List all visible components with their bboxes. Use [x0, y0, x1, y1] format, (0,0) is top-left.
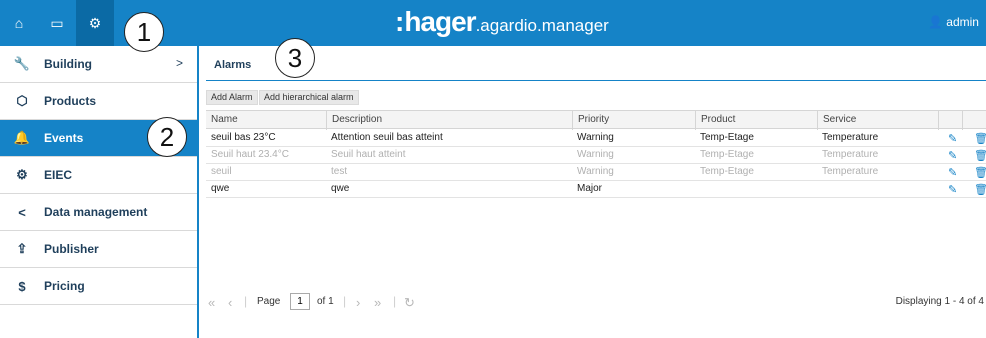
trash-icon[interactable]: 🗑: [974, 166, 986, 179]
cell-name: Seuil haut 23.4°C: [211, 149, 289, 160]
page-number-input[interactable]: [290, 293, 310, 310]
sidebar-item-label: Products: [44, 94, 97, 108]
sidebar-item-products[interactable]: ⬡ Products: [0, 83, 197, 120]
cell-service: Temperature: [822, 132, 879, 143]
pager-separator: |: [244, 294, 248, 308]
chevron-right-icon: >: [175, 56, 183, 70]
sidebar-item-label: Pricing: [44, 279, 85, 293]
gears-icon[interactable]: ⚙: [76, 0, 114, 46]
sidebar: 🔧 Building > ⬡ Products 🔔 Events ⚙ EIEC …: [0, 46, 199, 338]
page-label: Page: [257, 296, 281, 307]
cell-priority: Major: [577, 183, 603, 194]
sidebar-item-data-management[interactable]: < Data management: [0, 194, 197, 231]
cell-priority: Warning: [577, 166, 614, 177]
trash-icon[interactable]: 🗑: [974, 183, 986, 196]
logo-product: .agardio.manager: [475, 16, 609, 35]
sidebar-item-building[interactable]: 🔧 Building >: [0, 46, 197, 83]
tab-underline: [206, 80, 986, 81]
cell-service: Temperature: [822, 166, 879, 177]
user-name: admin: [946, 15, 979, 29]
user-icon: 👤: [928, 15, 943, 29]
page-total: of 1: [317, 296, 334, 307]
sidebar-item-label: Publisher: [44, 242, 99, 256]
column-header-edit: [938, 111, 962, 130]
home-icon[interactable]: ⌂: [0, 0, 38, 46]
cell-name: seuil bas 23°C: [211, 132, 276, 143]
user-menu[interactable]: 👤 admin: [928, 15, 979, 29]
logo-colon: :: [395, 6, 405, 37]
prev-page-icon[interactable]: ‹: [228, 295, 232, 310]
add-alarm-button[interactable]: Add Alarm: [206, 90, 258, 105]
cube-icon: ⬡: [16, 93, 28, 108]
cell-service: [817, 181, 822, 197]
callout-1: 1: [124, 12, 164, 52]
main-panel: Alarms Add Alarm Add hierarchical alarm …: [199, 46, 986, 338]
sidebar-item-label: EIEC: [44, 168, 73, 182]
table-row[interactable]: seuil bas 23°C Attention seuil bas attei…: [206, 130, 986, 147]
share-icon: <: [18, 204, 26, 220]
pagination-bar: « ‹ | Page of 1 | › » | ↻ Displaying 1 -…: [206, 292, 986, 312]
cell-priority: Warning: [577, 149, 614, 160]
cell-description: Seuil haut atteint: [331, 149, 406, 160]
column-header-product[interactable]: Product: [695, 111, 817, 130]
column-header-name[interactable]: Name: [206, 111, 326, 130]
column-header-delete: [962, 111, 986, 130]
table-row[interactable]: Seuil haut 23.4°C Seuil haut atteint War…: [206, 147, 986, 164]
column-header-service[interactable]: Service: [817, 111, 938, 130]
table-header: Name Description Priority Product Servic…: [206, 110, 986, 130]
cell-description: test: [331, 166, 348, 177]
app-logo: :hager.agardio.manager: [395, 6, 609, 38]
wrench-icon: 🔧: [13, 56, 31, 71]
table-row[interactable]: seuil test Warning Temp-Etage Temperatur…: [206, 164, 986, 181]
trash-icon[interactable]: 🗑: [974, 149, 986, 162]
edit-icon[interactable]: ✎: [948, 132, 957, 145]
pager-separator: |: [393, 294, 397, 308]
first-page-icon[interactable]: «: [208, 295, 215, 310]
gears-icon: ⚙: [16, 167, 28, 182]
cell-product: Temp-Etage: [700, 149, 754, 160]
refresh-icon[interactable]: ↻: [404, 295, 415, 311]
cell-description: Attention seuil bas atteint: [331, 132, 443, 143]
sidebar-item-publisher[interactable]: ⇪ Publisher: [0, 231, 197, 268]
sidebar-item-label: Data management: [44, 205, 148, 219]
column-header-description[interactable]: Description: [326, 111, 572, 130]
edit-icon[interactable]: ✎: [948, 166, 957, 179]
table-row[interactable]: qwe qwe Major ✎ 🗑: [206, 181, 986, 198]
cell-name: seuil: [211, 166, 232, 177]
add-hierarchical-alarm-button[interactable]: Add hierarchical alarm: [259, 90, 359, 105]
cell-product: Temp-Etage: [700, 166, 754, 177]
cell-product: [695, 181, 700, 197]
cell-description: qwe: [331, 183, 350, 194]
sidebar-item-pricing[interactable]: $ Pricing: [0, 268, 197, 305]
tab-alarms[interactable]: Alarms: [214, 59, 251, 71]
upload-icon: ⇪: [16, 241, 28, 256]
cell-name: qwe: [211, 183, 230, 194]
cell-service: Temperature: [822, 149, 879, 160]
cell-priority: Warning: [577, 132, 614, 143]
edit-icon[interactable]: ✎: [948, 149, 957, 162]
trash-icon[interactable]: 🗑: [974, 132, 986, 145]
next-page-icon[interactable]: ›: [356, 295, 360, 310]
column-header-priority[interactable]: Priority: [572, 111, 695, 130]
laptop-icon[interactable]: ▭: [38, 0, 76, 46]
sidebar-item-eiec[interactable]: ⚙ EIEC: [0, 157, 197, 194]
dollar-icon: $: [18, 278, 26, 294]
sidebar-item-label: Building: [44, 57, 92, 71]
edit-icon[interactable]: ✎: [948, 183, 957, 196]
last-page-icon[interactable]: »: [374, 295, 381, 310]
sidebar-item-label: Events: [44, 131, 84, 145]
callout-2: 2: [147, 117, 187, 157]
callout-3: 3: [275, 38, 315, 78]
bell-icon: 🔔: [13, 130, 31, 145]
logo-brand: hager: [404, 6, 476, 37]
cell-product: Temp-Etage: [700, 132, 754, 143]
display-count: Displaying 1 - 4 of 4: [895, 296, 984, 307]
pager-separator: |: [343, 294, 347, 308]
